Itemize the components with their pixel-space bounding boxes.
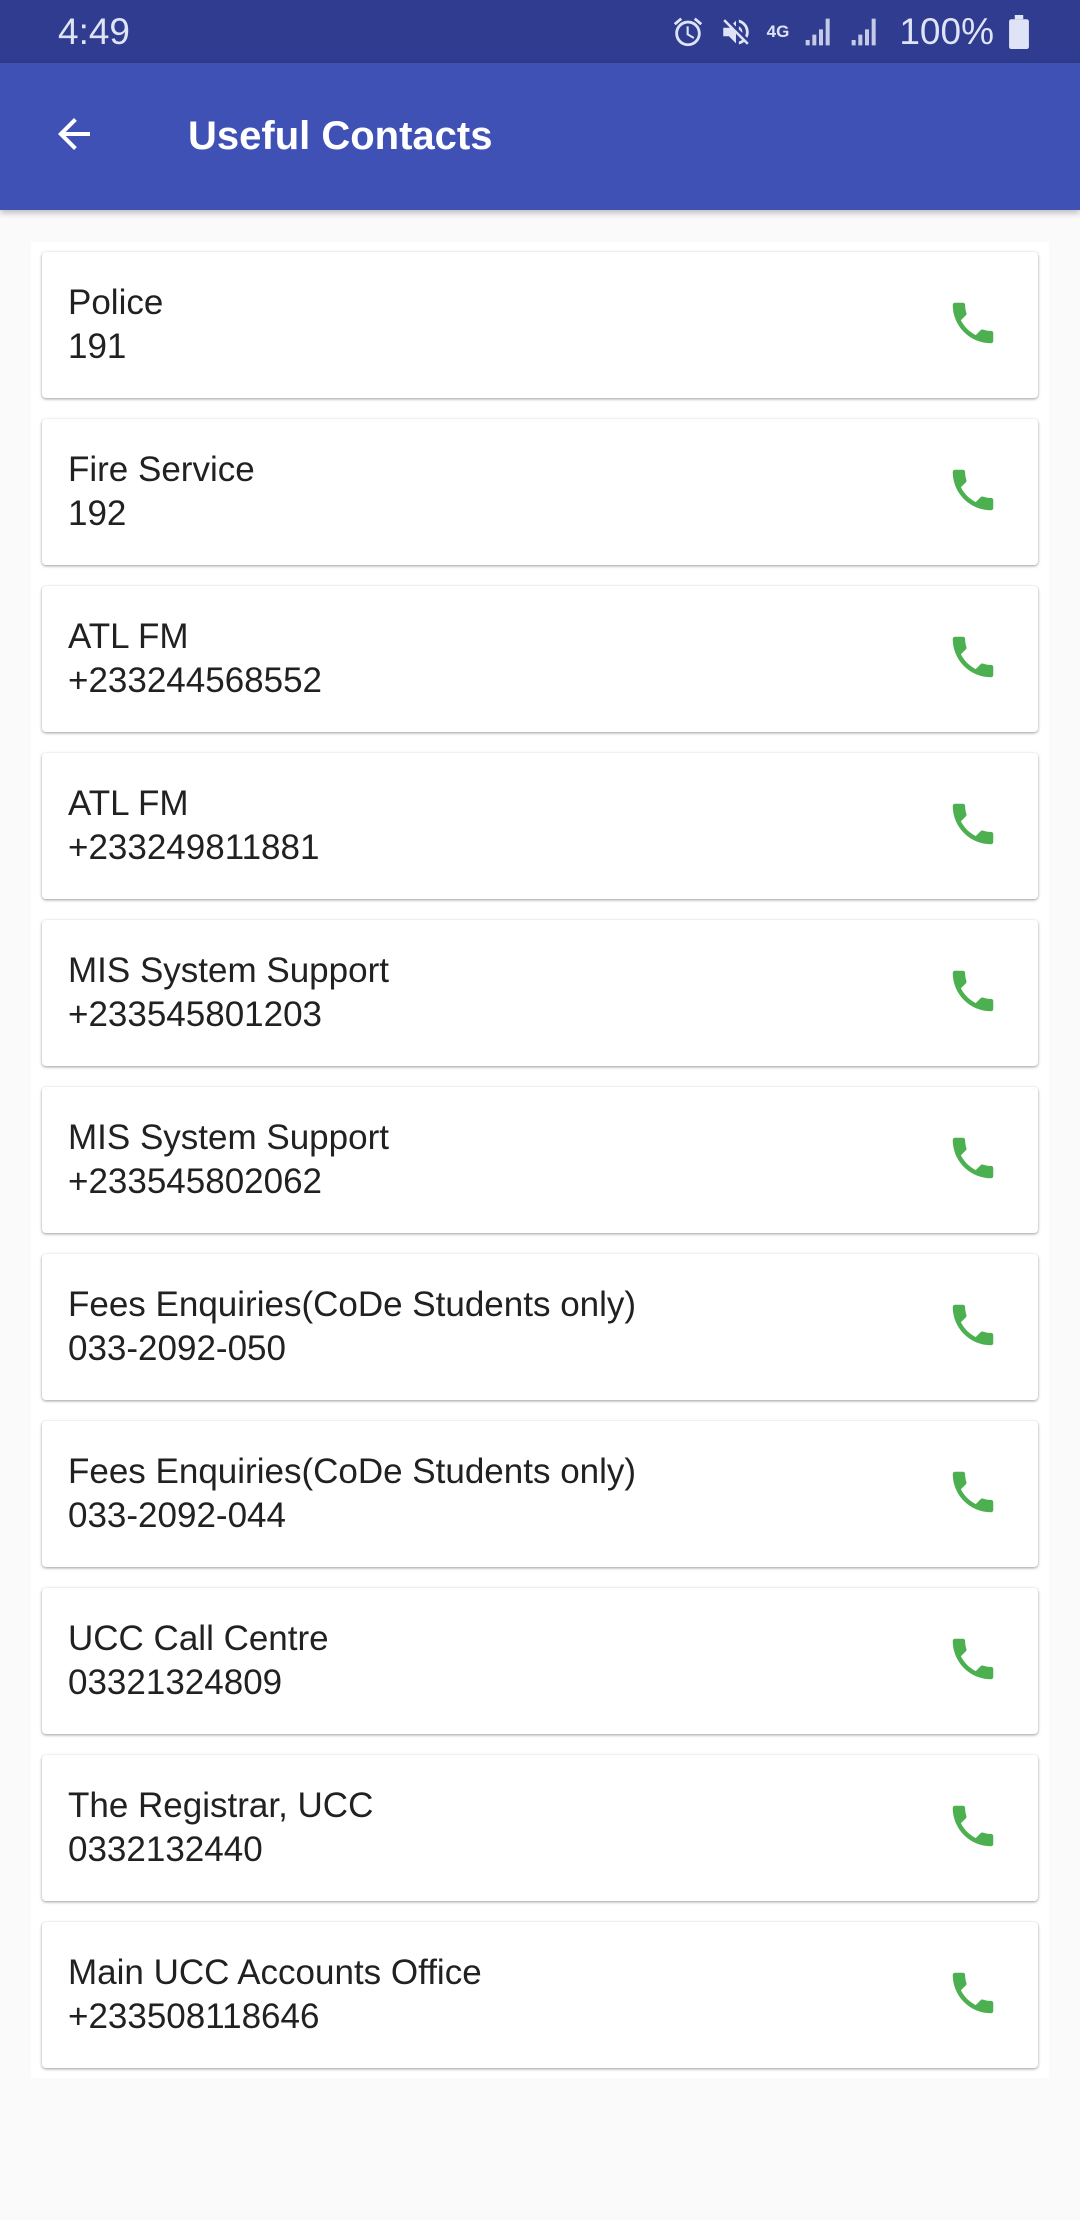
contact-card[interactable]: Police 191: [42, 252, 1038, 398]
contact-card[interactable]: Fees Enquiries(CoDe Students only) 033-20…: [42, 1254, 1038, 1400]
contact-number: 191: [68, 327, 127, 366]
contact-text: UCC Call Centre 03321324809: [68, 1617, 329, 1705]
phone-icon: [946, 1298, 1000, 1357]
contact-card[interactable]: MIS System Support +233545801203: [42, 920, 1038, 1066]
status-icons: 4G 100%: [671, 11, 1030, 53]
contact-text: Main UCC Accounts Office +233508118646: [68, 1951, 482, 2039]
phone-icon: [946, 296, 1000, 355]
call-button[interactable]: [938, 624, 1008, 694]
call-button[interactable]: [938, 290, 1008, 360]
contact-name: Main UCC Accounts Office: [68, 1953, 482, 1992]
page-title: Useful Contacts: [188, 114, 493, 158]
contact-number: 03321324809: [68, 1663, 283, 1702]
call-button[interactable]: [938, 1960, 1008, 2030]
status-bar: 4:49 4G 100%: [0, 0, 1080, 63]
contact-text: ATL FM +233244568552: [68, 615, 322, 703]
phone-icon: [946, 463, 1000, 522]
contact-name: Fees Enquiries(CoDe Students only): [68, 1452, 637, 1491]
contact-text: MIS System Support +233545801203: [68, 949, 389, 1037]
contact-name: ATL FM: [68, 617, 189, 656]
signal-icon-2: [849, 16, 881, 48]
contact-card[interactable]: UCC Call Centre 03321324809: [42, 1588, 1038, 1734]
arrow-back-icon: [50, 110, 98, 163]
call-button[interactable]: [938, 1292, 1008, 1362]
contact-name: MIS System Support: [68, 951, 389, 990]
contact-text: MIS System Support +233545802062: [68, 1116, 389, 1204]
contact-number: 192: [68, 494, 127, 533]
call-button[interactable]: [938, 958, 1008, 1028]
contact-text: ATL FM +233249811881: [68, 782, 319, 870]
contact-number: 033-2092-044: [68, 1496, 286, 1535]
contact-name: Fire Service: [68, 450, 255, 489]
phone-icon: [946, 797, 1000, 856]
contact-name: MIS System Support: [68, 1118, 389, 1157]
phone-icon: [946, 964, 1000, 1023]
contact-name: Police: [68, 283, 164, 322]
contact-number: 0332132440: [68, 1830, 263, 1869]
contact-card[interactable]: Main UCC Accounts Office +233508118646: [42, 1922, 1038, 2068]
contact-card[interactable]: Fire Service 192: [42, 419, 1038, 565]
vibrate-mute-icon: [719, 15, 753, 49]
network-type-label: 4G: [766, 21, 790, 41]
contact-text: The Registrar, UCC 0332132440: [68, 1784, 373, 1872]
signal-icon: [803, 16, 835, 48]
contact-text: Police 191: [68, 281, 163, 369]
contact-text: Fire Service 192: [68, 448, 255, 536]
status-time: 4:49: [58, 10, 131, 52]
phone-icon: [946, 1799, 1000, 1858]
contact-number: +233249811881: [68, 828, 320, 867]
contact-name: The Registrar, UCC: [68, 1786, 374, 1825]
contact-text: Fees Enquiries(CoDe Students only) 033-20…: [68, 1450, 636, 1538]
contact-card[interactable]: The Registrar, UCC 0332132440: [42, 1755, 1038, 1901]
contact-card[interactable]: Fees Enquiries(CoDe Students only) 033-20…: [42, 1421, 1038, 1567]
contact-number: +233545802062: [68, 1162, 323, 1201]
contact-card[interactable]: MIS System Support +233545802062: [42, 1087, 1038, 1233]
call-button[interactable]: [938, 1793, 1008, 1863]
contact-text: Fees Enquiries(CoDe Students only) 033-20…: [68, 1283, 636, 1371]
back-button[interactable]: [34, 97, 114, 177]
phone-icon: [946, 1465, 1000, 1524]
contact-name: UCC Call Centre: [68, 1619, 329, 1658]
contact-number: +233244568552: [68, 661, 323, 700]
battery-percent: 100%: [899, 10, 994, 52]
alarm-icon: [671, 15, 705, 49]
contact-card[interactable]: ATL FM +233244568552: [42, 586, 1038, 732]
phone-icon: [946, 1131, 1000, 1190]
contact-number: +233508118646: [68, 1997, 320, 2036]
battery-icon: [1008, 14, 1030, 49]
phone-icon: [946, 1632, 1000, 1691]
call-button[interactable]: [938, 1459, 1008, 1529]
call-button[interactable]: [938, 1125, 1008, 1195]
app-bar: Useful Contacts: [0, 63, 1080, 210]
contact-number: 033-2092-050: [68, 1329, 286, 1368]
phone-icon: [946, 1966, 1000, 2025]
call-button[interactable]: [938, 791, 1008, 861]
call-button[interactable]: [938, 1626, 1008, 1696]
contact-number: +233545801203: [68, 995, 323, 1034]
call-button[interactable]: [938, 457, 1008, 527]
contact-name: Fees Enquiries(CoDe Students only): [68, 1285, 637, 1324]
contact-card[interactable]: ATL FM +233249811881: [42, 753, 1038, 899]
contact-list: Police 191 Fire Service 192 ATL FM +233244568…: [31, 242, 1049, 2078]
phone-icon: [946, 630, 1000, 689]
contact-name: ATL FM: [68, 784, 189, 823]
